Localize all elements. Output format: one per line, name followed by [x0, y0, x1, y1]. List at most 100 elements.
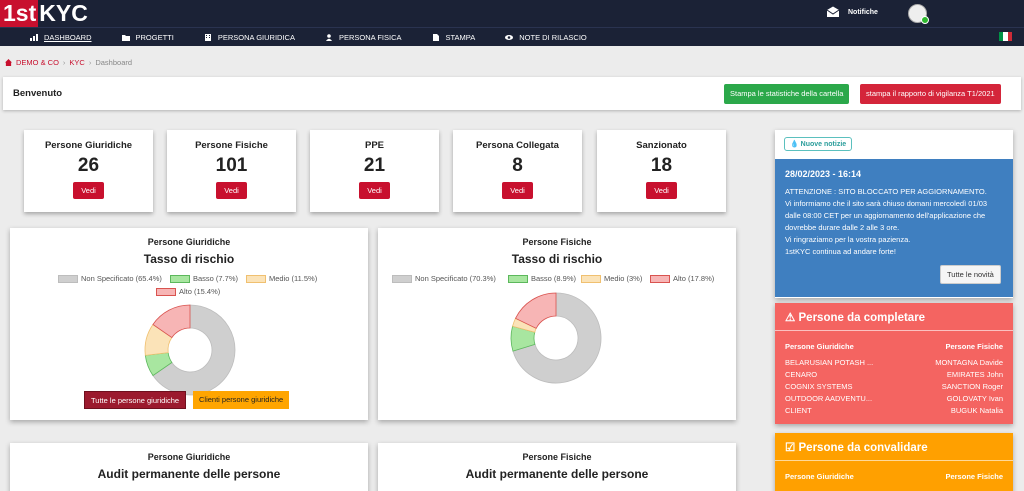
breadcrumb-separator: › [88, 58, 92, 67]
logo[interactable]: 1st KYC [0, 0, 88, 27]
eye-icon [505, 34, 514, 40]
legend-item[interactable]: Non Specificato (70.3%) [392, 274, 496, 283]
to-complete-legal-item[interactable]: CLIENT [785, 406, 812, 415]
column-header-legal: Persone Giuridiche [785, 342, 854, 351]
to-complete-legal-item[interactable]: OUTDOOR AADVENTU... [785, 394, 872, 403]
news-date: 28/02/2023 - 16:14 [785, 169, 862, 179]
legend-label: Basso (7.7%) [193, 274, 239, 283]
notifications-button[interactable]: Notifiche [826, 6, 878, 18]
logo-part-1: 1st [0, 0, 39, 27]
all-news-button[interactable]: Tutte le novità [940, 265, 1001, 284]
breadcrumb: DEMO & CO › KYC › Dashboard [5, 58, 132, 67]
page-title: Benvenuto [13, 88, 63, 99]
audit-panel-giuridiche: Persone Giuridiche Audit permanente dell… [10, 443, 368, 491]
print-report-button[interactable]: stampa il rapporto di vigilanza T1/2021 [860, 84, 1001, 104]
envelope-icon [826, 6, 840, 17]
nav-label: NOTE DI RILASCIO [519, 32, 587, 42]
news-box: 28/02/2023 - 16:14 ATTENZIONE : SITO BLO… [775, 159, 1013, 297]
italian-flag-icon[interactable] [999, 32, 1012, 41]
drop-icon: 💧 [790, 141, 799, 148]
legend-label: Medio (3%) [604, 274, 643, 283]
to-complete-title-row: ⚠ Persone da completare [785, 310, 925, 324]
legend-label: Alto (15.4%) [179, 287, 221, 296]
breadcrumb-item-kyc[interactable]: KYC [69, 58, 84, 67]
to-complete-legal-item[interactable]: COGNIX SYSTEMS [785, 382, 853, 391]
column-header-legal: Persone Giuridiche [785, 472, 854, 481]
legend-item[interactable]: Alto (17.8%) [650, 274, 714, 283]
stat-value: 8 [512, 155, 523, 176]
legend-item[interactable]: Basso (7.7%) [170, 274, 238, 283]
legend-item[interactable]: Medio (3%) [581, 274, 642, 283]
to-complete-natural-item[interactable]: BUGUK Natalia [951, 406, 1003, 415]
news-line: dalle 08:00 CET per un aggiornamento del… [785, 211, 986, 220]
view-button[interactable]: Vedi [646, 182, 677, 199]
legend-swatch [246, 274, 266, 283]
stat-value: 21 [363, 155, 386, 176]
legend-swatch [156, 287, 176, 296]
stat-value: 26 [77, 155, 100, 176]
panel-header: Persone Giuridiche [147, 237, 231, 247]
to-complete-legal-item[interactable]: CENARO [785, 370, 817, 379]
news-line: Vi ringraziamo per la vostra pazienza. [785, 235, 911, 244]
risk-panel-giuridiche: Persone Giuridiche Tasso di rischio Non … [10, 228, 368, 420]
legend-item[interactable]: Medio (11.5%) [246, 274, 317, 283]
legend-swatch [581, 274, 601, 283]
legend-swatch [508, 274, 528, 283]
to-validate-title: Persone da convalidare [798, 442, 928, 454]
to-complete-title: Persone da completare [798, 312, 926, 324]
view-button[interactable]: Vedi [216, 182, 247, 199]
nav-label: PERSONA FISICA [338, 32, 402, 42]
top-bar: 1st KYC Notifiche [0, 0, 1024, 27]
to-complete-natural-item[interactable]: EMIRATES John [947, 370, 1003, 379]
legend-label: Basso (8.9%) [531, 274, 577, 283]
nav-item-persona-giuridica[interactable]: PERSONA GIURIDICA [204, 28, 295, 47]
client-legal-persons-button[interactable]: Clienti persone giuridiche [193, 391, 290, 409]
divider [775, 330, 1013, 331]
stat-title: Persone Giuridiche [44, 140, 133, 151]
nav-item-persona-fisica[interactable]: PERSONA FISICA [325, 28, 402, 47]
breadcrumb-item-company[interactable]: DEMO & CO [16, 58, 59, 67]
risk-donut-chart [144, 304, 236, 396]
to-complete-natural-item[interactable]: MONTAGNA Davide [935, 358, 1003, 367]
view-button[interactable]: Vedi [73, 182, 104, 199]
avatar[interactable] [908, 4, 929, 24]
notifications-label: Notifiche [848, 8, 878, 16]
legend-label: Medio (11.5%) [269, 274, 318, 283]
print-stats-button[interactable]: Stampa le statistiche della cartella [724, 84, 850, 104]
view-button[interactable]: Vedi [359, 182, 390, 199]
nav-item-progetti[interactable]: PROGETTI [121, 28, 174, 47]
panel-title: Tasso di rischio [143, 252, 235, 266]
stat-title: Persona Collegata [476, 140, 559, 151]
to-validate-panel: ☑ Persone da convalidare Persone Giuridi… [775, 433, 1013, 491]
nav-item-note-di-rilascio[interactable]: NOTE DI RILASCIO [505, 28, 587, 47]
panel-header: Persone Fisiche [522, 452, 592, 462]
all-legal-persons-button[interactable]: Tutte le persone giuridiche [84, 391, 187, 409]
legend-swatch [58, 274, 78, 283]
legend-item[interactable]: Non Specificato (65.4%) [58, 274, 162, 283]
panel-title: Audit permanente delle persone [465, 467, 649, 481]
nav-label: DASHBOARD [44, 32, 92, 42]
stat-card-ppe: PPE 21 Vedi [310, 130, 439, 212]
chart-icon [30, 33, 38, 41]
stat-title: Persone Fisiche [195, 140, 268, 151]
nav-label: PERSONA GIURIDICA [217, 32, 295, 42]
nav-label: STAMPA [445, 32, 476, 42]
warning-icon: ⚠ [785, 312, 796, 324]
stat-title: Sanzionato [636, 140, 687, 151]
view-button[interactable]: Vedi [502, 182, 533, 199]
nav-item-stampa[interactable]: STAMPA [432, 28, 476, 47]
to-complete-natural-item[interactable]: GOLOVATY Ivan [947, 394, 1003, 403]
legend-swatch [650, 274, 670, 283]
legend-label: Alto (17.8%) [673, 274, 715, 283]
legend-item[interactable]: Basso (8.9%) [508, 274, 576, 283]
news-badge: 💧 Nuove notizie [784, 137, 853, 151]
home-icon[interactable] [5, 59, 12, 66]
file-icon [432, 33, 439, 41]
panel-header: Persone Fisiche [522, 237, 592, 247]
column-header-natural: Persone Fisiche [945, 342, 1003, 351]
nav-item-dashboard[interactable]: DASHBOARD [30, 28, 92, 47]
panel-title: Tasso di rischio [511, 252, 603, 266]
legend-item[interactable]: Alto (15.4%) [156, 287, 220, 296]
to-complete-legal-item[interactable]: BELARUSIAN POTASH ... [785, 358, 873, 367]
to-complete-natural-item[interactable]: SANCTION Roger [942, 382, 1003, 391]
